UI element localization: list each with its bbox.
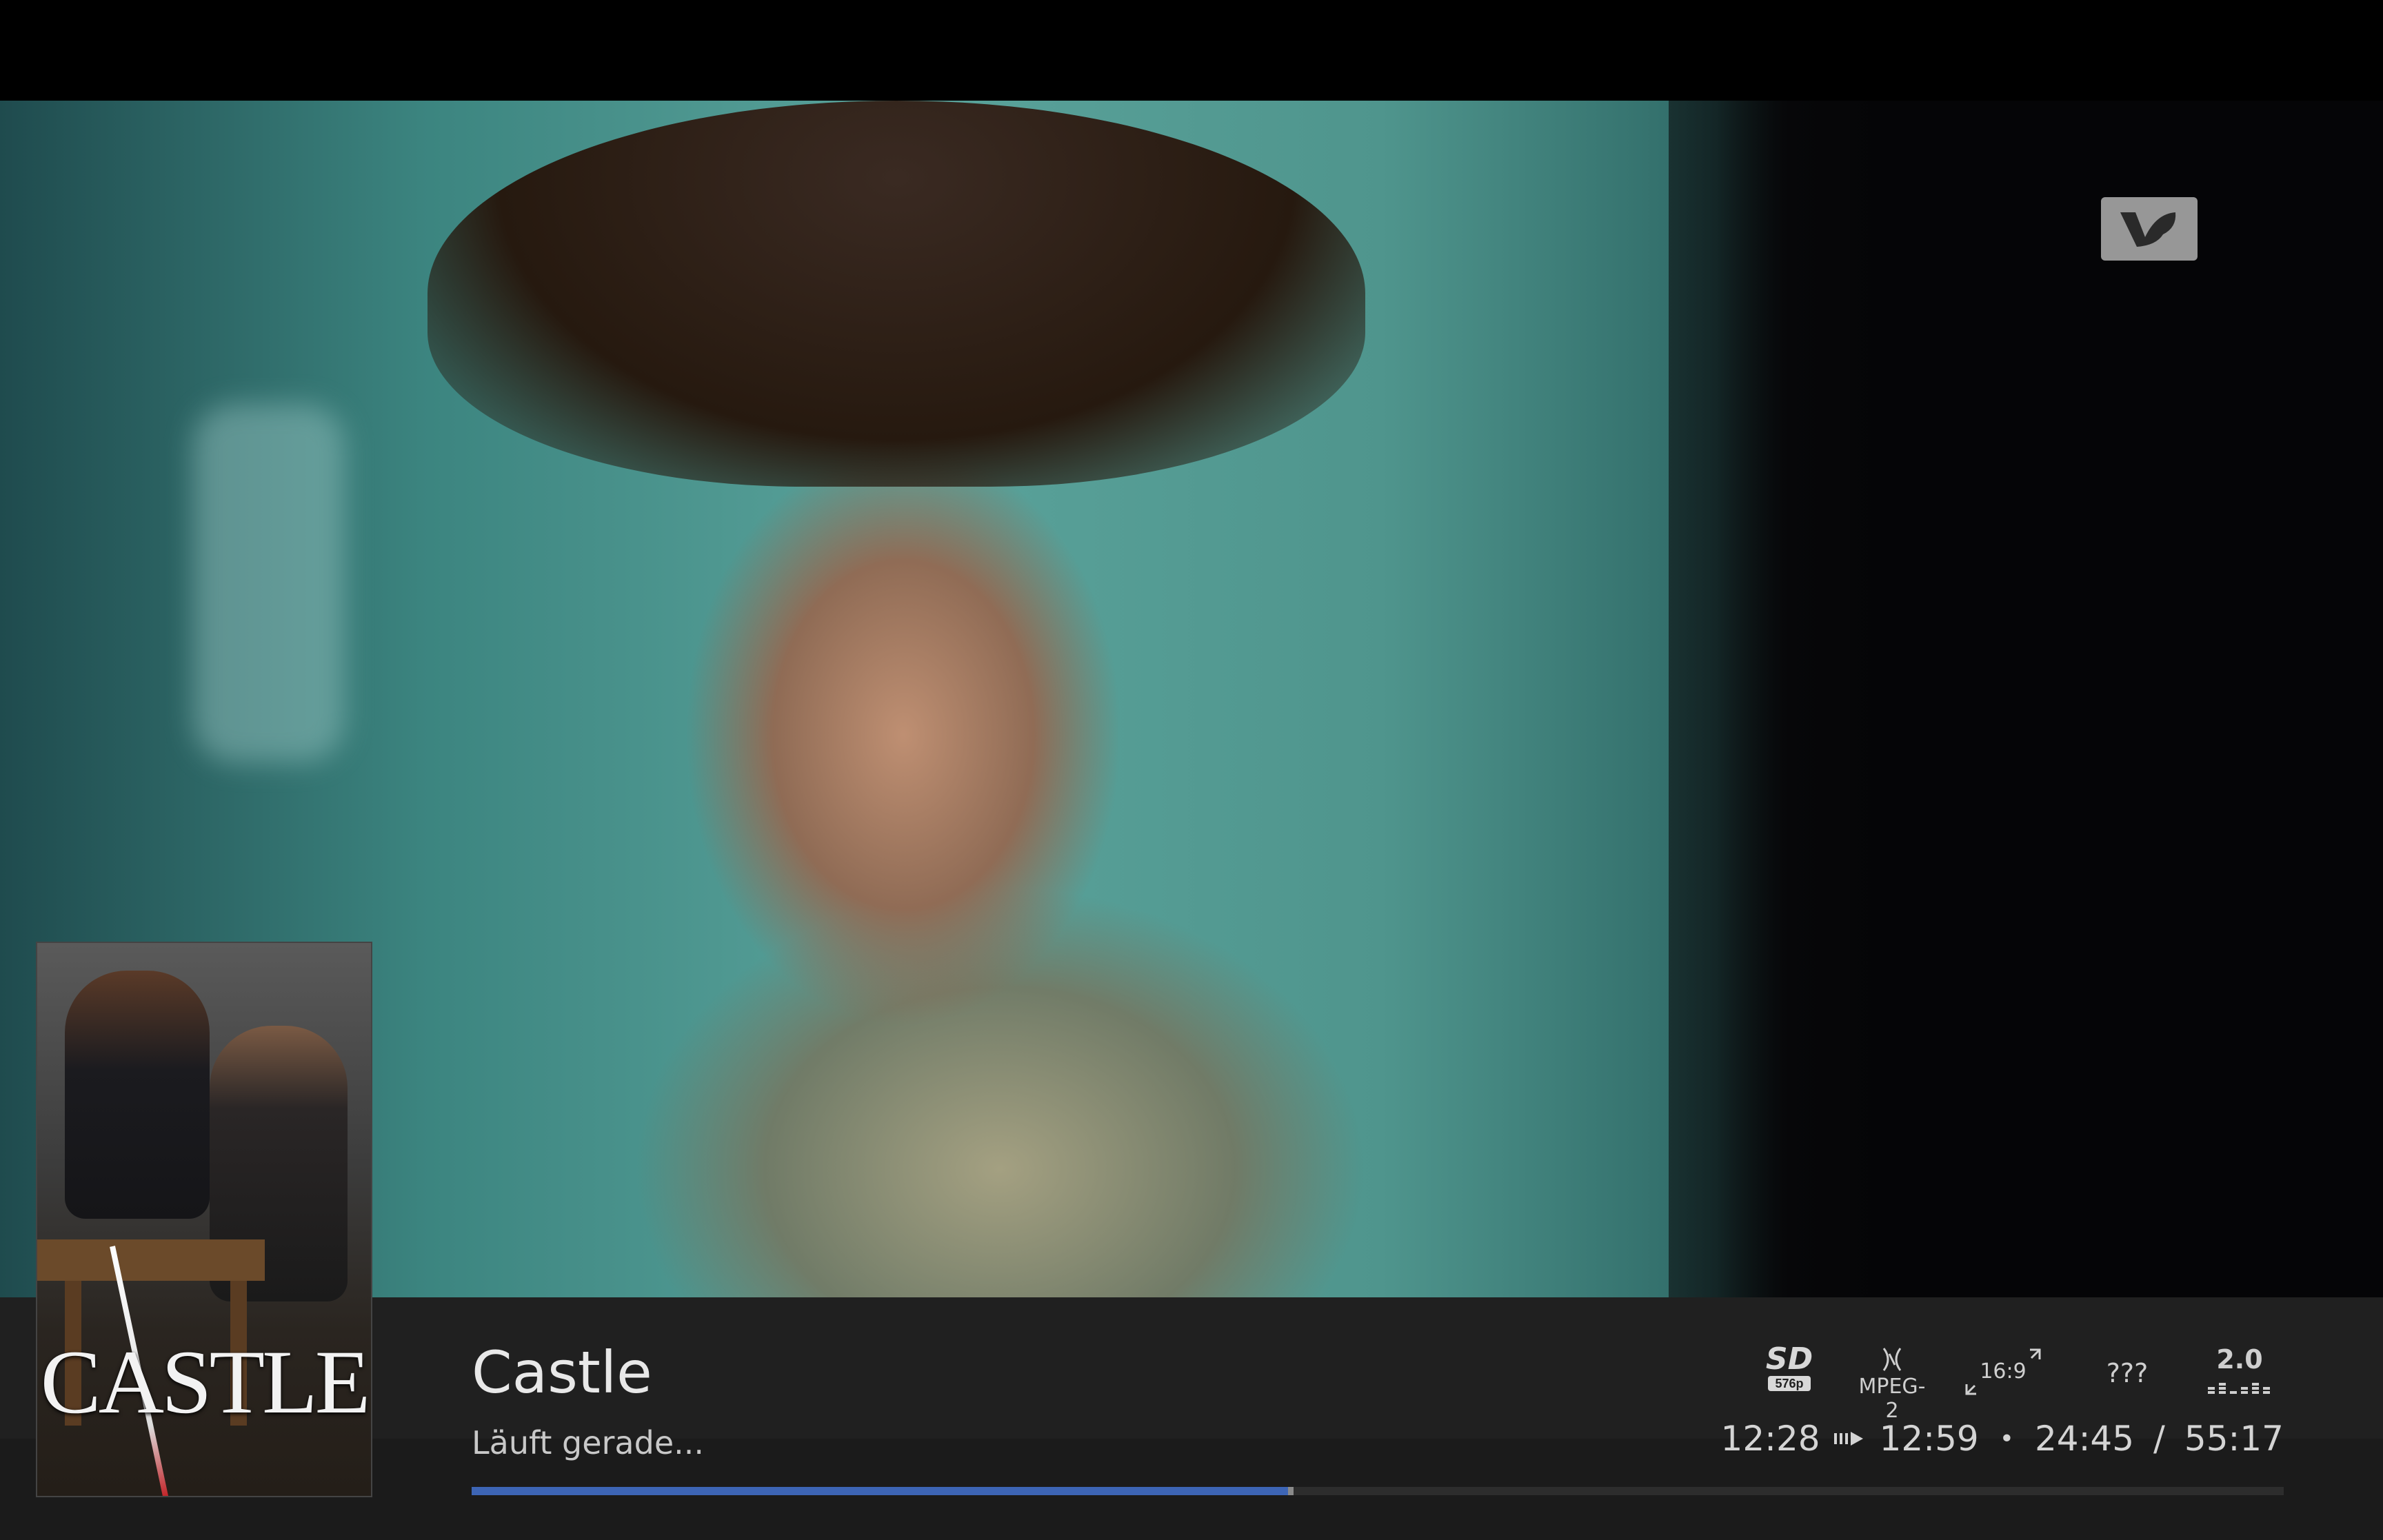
elapsed-time: 24:45 <box>2034 1419 2135 1459</box>
time-bullet: • <box>1999 1424 2014 1453</box>
arrow-right-icon <box>1833 1432 1863 1446</box>
video-dark-area <box>1669 101 2383 1297</box>
codec-icon: MPEG-2 <box>1852 1344 1932 1423</box>
sd-label: SD <box>1765 1341 1813 1377</box>
resolution-sub-label: 576p <box>1768 1376 1811 1391</box>
poster-title: CASTLE <box>40 1331 371 1432</box>
broadcast-icon <box>1852 1344 1932 1375</box>
time-slash: / <box>2153 1419 2165 1459</box>
actor-hair <box>428 101 1365 487</box>
progress-fill <box>472 1487 1291 1495</box>
sd-icon: SD 576p <box>1762 1344 1816 1399</box>
start-time: 12:28 <box>1720 1419 1820 1459</box>
audio-label: 2.0 <box>2216 1344 2263 1375</box>
poster-figure-left <box>65 971 210 1219</box>
aspect-label: 16:9 <box>1980 1359 2027 1384</box>
audio-channels-icon: 2.0 <box>2204 1344 2275 1399</box>
background-light <box>193 404 345 762</box>
program-title: Castle <box>472 1339 652 1406</box>
poster-desk <box>37 1239 265 1281</box>
language-label: ??? <box>2106 1358 2149 1388</box>
end-time: 12:59 <box>1879 1419 1979 1459</box>
progress-bar <box>472 1487 2284 1495</box>
language-icon: ??? <box>2096 1344 2158 1399</box>
kabel-eins-logo-icon <box>2101 197 2198 261</box>
progress-marker <box>1287 1487 1294 1495</box>
audio-bars-icon <box>2208 1383 2270 1394</box>
aspect-ratio-icon: 16:9 <box>1958 1344 2048 1399</box>
time-info: 12:28 12:59 • 24:45 / 55:17 <box>1721 1419 2284 1459</box>
program-status: Läuft gerade... <box>472 1424 704 1461</box>
codec-label: MPEG-2 <box>1858 1375 1926 1423</box>
total-duration: 55:17 <box>2184 1419 2284 1459</box>
letterbox-top <box>0 0 2383 101</box>
program-poster: CASTLE <box>36 942 372 1497</box>
